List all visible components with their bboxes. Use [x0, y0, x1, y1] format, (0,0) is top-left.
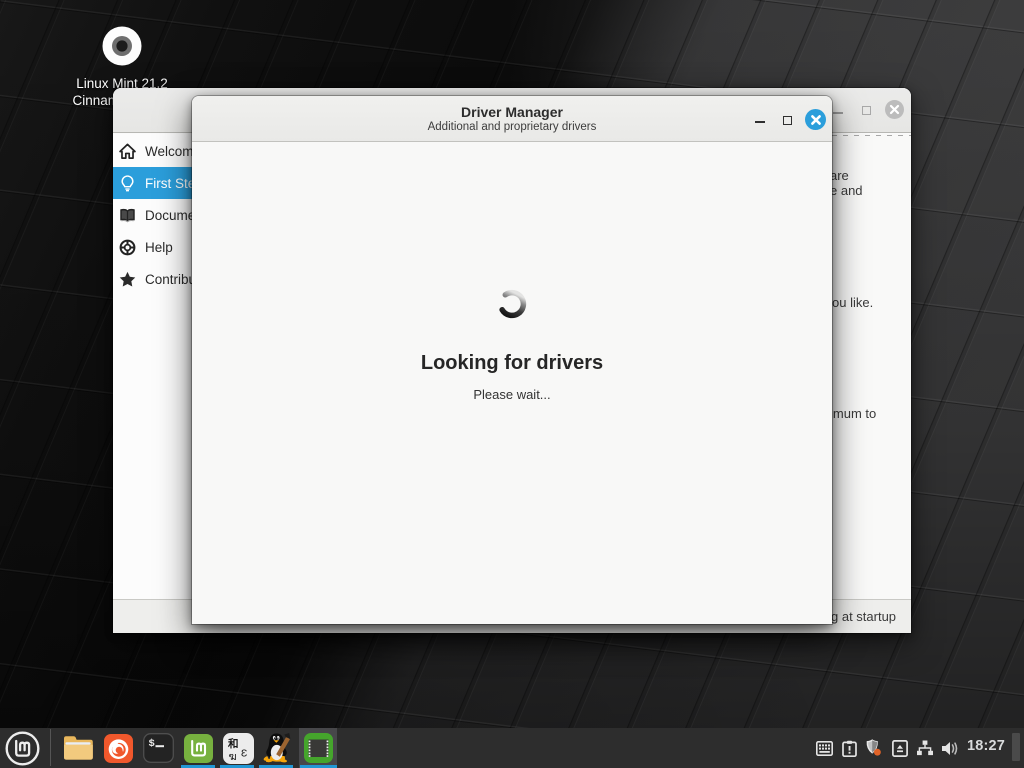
svg-text:和: 和 — [227, 737, 239, 750]
svg-text:$: $ — [148, 738, 154, 750]
svg-text:Ɛ: Ɛ — [241, 747, 247, 759]
svg-text:ฆ: ฆ — [228, 751, 236, 763]
